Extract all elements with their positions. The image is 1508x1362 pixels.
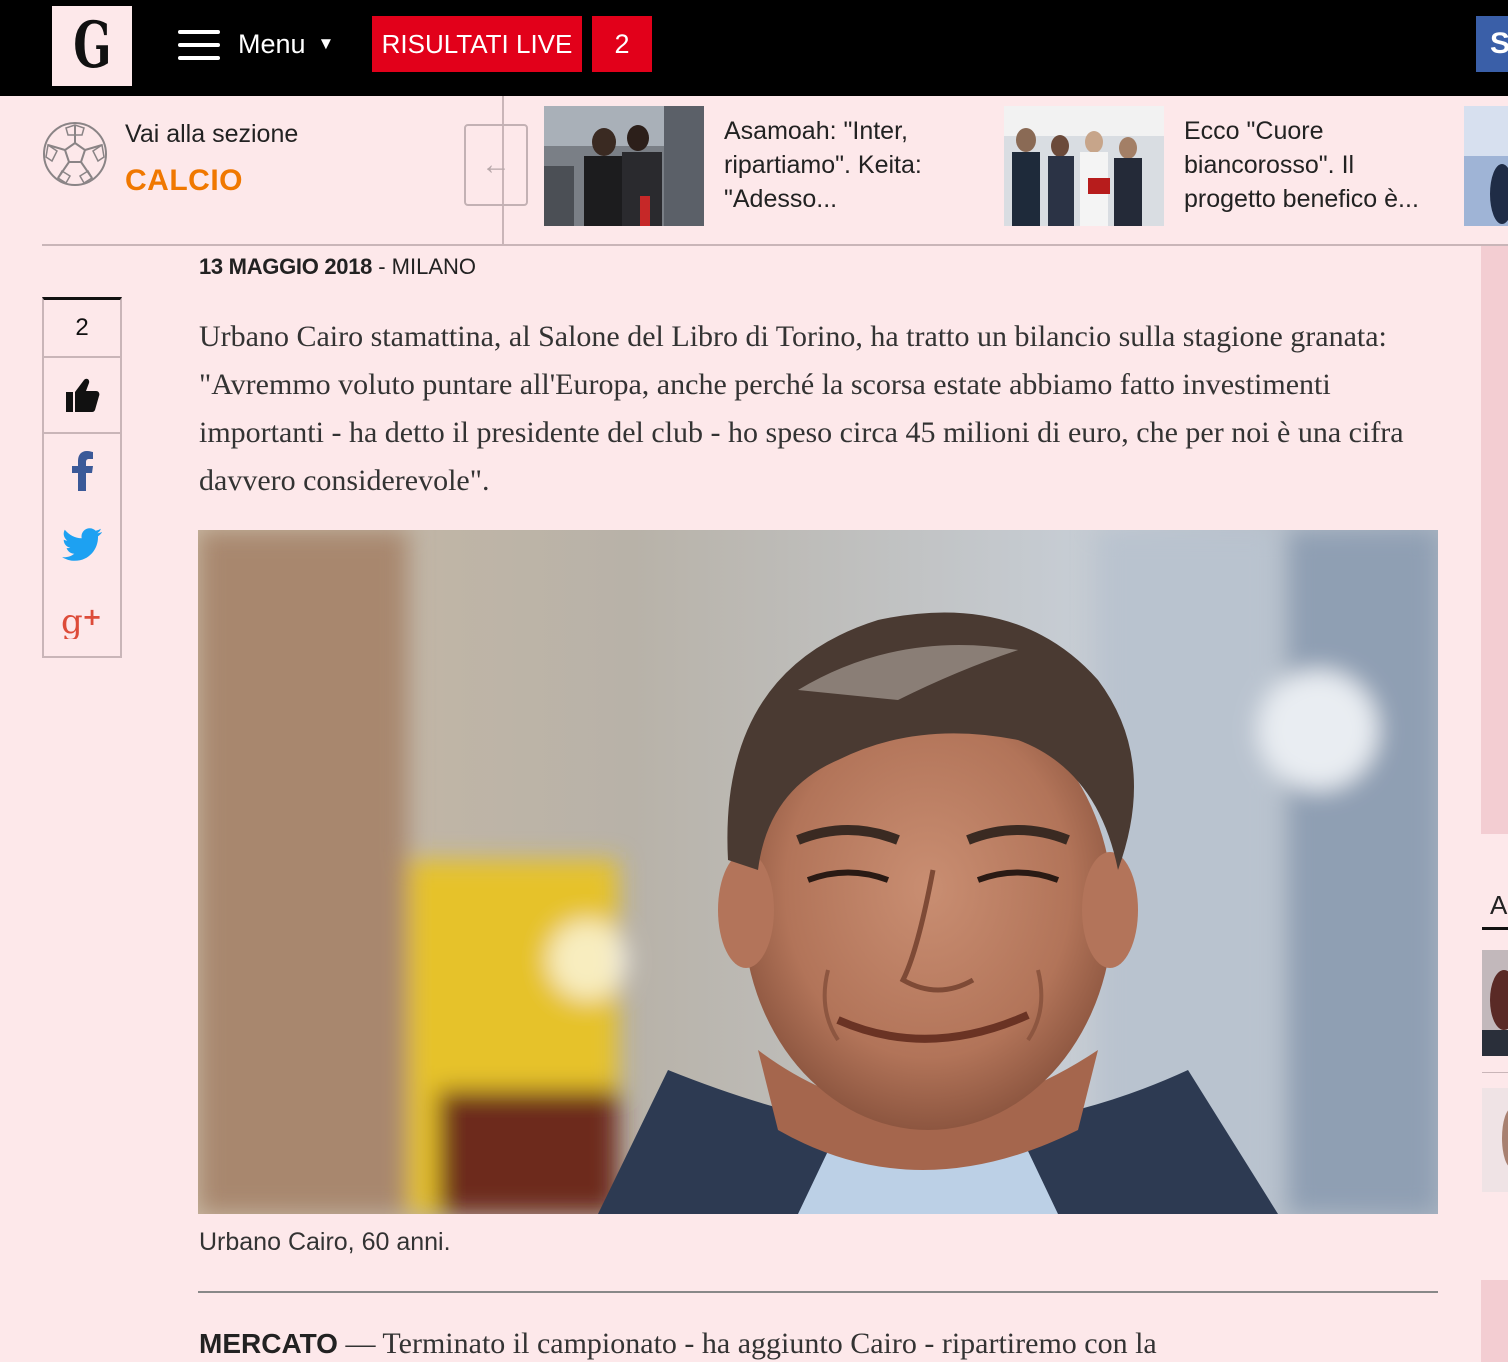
article-location: MILANO: [391, 254, 477, 279]
article-hero-image: [198, 530, 1438, 1214]
logo-letter: G: [72, 8, 112, 83]
caret-down-icon: ▼: [317, 34, 335, 53]
hamburger-icon: [178, 27, 220, 61]
like-button[interactable]: [44, 358, 120, 434]
twitter-share-button[interactable]: [44, 508, 120, 582]
right-header-button[interactable]: S: [1476, 16, 1508, 72]
strip-bottom-divider: [42, 244, 1508, 246]
article-meta: 13 MAGGIO 2018 - MILANO: [199, 254, 476, 280]
sidebar-ad-block: [1481, 246, 1508, 834]
sidebar-thumbnail[interactable]: [1482, 950, 1508, 1056]
svg-text:g: g: [61, 602, 83, 639]
google-plus-share-button[interactable]: g +: [44, 582, 120, 656]
svg-text:+: +: [82, 603, 102, 631]
google-plus-icon: g +: [61, 602, 102, 639]
news-title[interactable]: Ecco "Cuore biancorosso". Il progetto be…: [1184, 114, 1434, 216]
site-logo[interactable]: G: [52, 6, 132, 86]
soccer-ball-icon: [43, 122, 107, 186]
live-results-button[interactable]: RISULTATI LIVE: [372, 16, 582, 72]
sidebar-divider: [1482, 1072, 1508, 1073]
facebook-icon: [72, 451, 93, 491]
article-lead: Urbano Cairo stamattina, al Salone del L…: [199, 320, 1404, 497]
arrow-left-icon: ←: [481, 148, 511, 181]
thumbs-up-icon: [66, 378, 100, 412]
facebook-share-button[interactable]: [44, 434, 120, 508]
menu-button[interactable]: Menu ▼: [178, 24, 334, 64]
section-link-calcio[interactable]: CALCIO: [125, 164, 243, 198]
news-title[interactable]: Asamoah: "Inter, ripartiamo". Keita: "Ad…: [724, 114, 974, 216]
sidebar-thumbnail[interactable]: [1482, 1088, 1508, 1192]
news-thumbnail[interactable]: [1464, 106, 1508, 226]
article-subhead: MERCATO — Terminato il campionato - ha a…: [199, 1322, 1439, 1362]
sidebar-heading-underline: [1482, 927, 1508, 930]
news-thumbnail[interactable]: [544, 106, 704, 226]
twitter-icon: [62, 528, 102, 561]
menu-label: Menu: [238, 28, 306, 59]
news-thumbnail[interactable]: [1004, 106, 1164, 226]
content-divider: [198, 1291, 1438, 1293]
comment-count[interactable]: 2: [44, 300, 120, 358]
social-share-rail: 2 g +: [42, 297, 122, 658]
section-goto-label: Vai alla sezione: [125, 120, 299, 148]
article-date: 13 MAGGIO 2018: [199, 254, 373, 279]
sidebar-ad-block: [1481, 1280, 1508, 1362]
carousel-prev-button[interactable]: ←: [464, 124, 528, 206]
image-caption: Urbano Cairo, 60 anni.: [199, 1228, 451, 1256]
subhead-text: — Terminato il campionato - ha aggiunto …: [337, 1327, 1157, 1360]
top-bar: G Menu ▼ RISULTATI LIVE 2 S: [0, 0, 1508, 96]
meta-separator: -: [372, 254, 392, 279]
sidebar-heading: A: [1490, 890, 1508, 920]
subhead-label: MERCATO: [199, 1328, 338, 1359]
live-results-count[interactable]: 2: [592, 16, 652, 72]
